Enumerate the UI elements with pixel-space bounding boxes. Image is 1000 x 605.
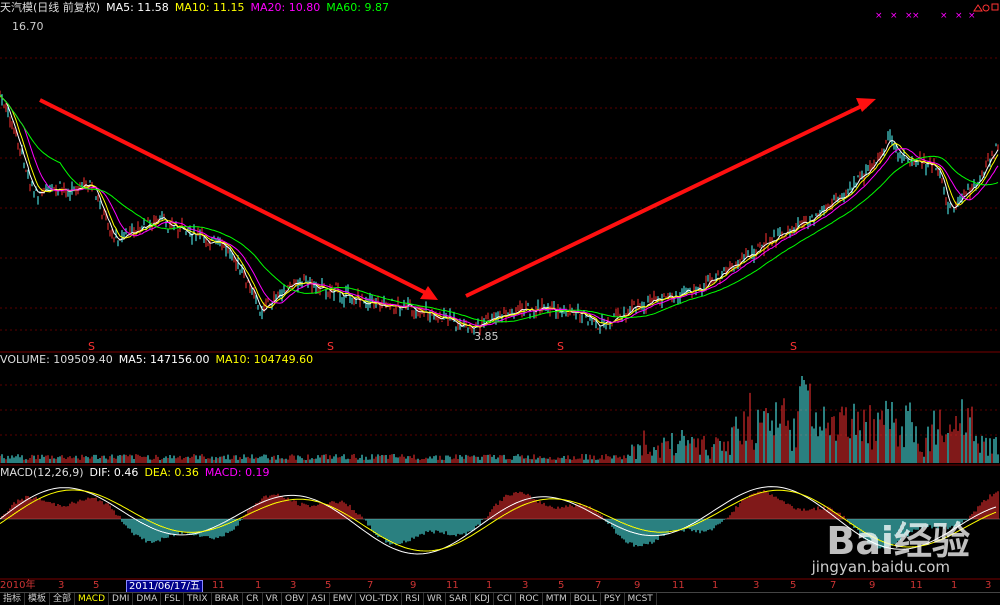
- tab-cr[interactable]: CR: [243, 593, 263, 605]
- x-tick: 9: [410, 580, 417, 591]
- macd-value: MACD: 0.19: [204, 466, 270, 479]
- x-tick: 3: [58, 580, 65, 591]
- tab-cci[interactable]: CCI: [494, 593, 517, 605]
- window-circle-icon: [982, 4, 990, 12]
- volume-ma5: MA5: 147156.00: [118, 353, 210, 366]
- tab-emv[interactable]: EMV: [330, 593, 357, 605]
- low-price-label: 3.85: [474, 330, 499, 343]
- ma10-value: MA10: 11.15: [174, 1, 245, 14]
- tab-指标[interactable]: 指标: [0, 593, 26, 605]
- ma5-value: MA5: 11.58: [106, 1, 169, 14]
- x-tick: 7: [367, 580, 374, 591]
- tab-mtm[interactable]: MTM: [543, 593, 571, 605]
- up-trend-arrow: [465, 101, 869, 298]
- tab-psy[interactable]: PSY: [601, 593, 625, 605]
- tab-fsl[interactable]: FSL: [161, 593, 184, 605]
- arrowhead: [856, 98, 876, 112]
- x-tick: 11: [910, 580, 923, 591]
- macd-title: MACD(12,26,9): [0, 466, 84, 479]
- tab-macd[interactable]: MACD: [75, 593, 110, 605]
- price-header: 天汽模(日线 前复权) MA5: 11.58 MA10: 11.15 MA20:…: [0, 1, 389, 15]
- tab-vr[interactable]: VR: [263, 593, 283, 605]
- dea-value: DEA: 0.36: [144, 466, 199, 479]
- tab-模板[interactable]: 模板: [25, 593, 51, 605]
- macd-header: MACD(12,26,9) DIF: 0.46 DEA: 0.36 MACD: …: [0, 466, 270, 480]
- window-square-icon: [991, 3, 999, 11]
- tab-brar[interactable]: BRAR: [212, 593, 244, 605]
- x-tick: 11: [446, 580, 459, 591]
- tab-roc[interactable]: ROC: [516, 593, 543, 605]
- x-tick: 1: [712, 580, 719, 591]
- x-tick: 7: [830, 580, 837, 591]
- tab-mcst[interactable]: MCST: [625, 593, 657, 605]
- tab-obv[interactable]: OBV: [282, 593, 309, 605]
- x-tick: 3: [522, 580, 529, 591]
- x-tick: 9: [634, 580, 641, 591]
- volume-ma10: MA10: 104749.60: [215, 353, 314, 366]
- tab-dmi[interactable]: DMI: [109, 593, 134, 605]
- dividend-marker[interactable]: S: [327, 340, 334, 353]
- tab-trix[interactable]: TRIX: [184, 593, 212, 605]
- dividend-marker[interactable]: S: [790, 340, 797, 353]
- ma60-line: [0, 94, 999, 323]
- window-triangle-icon: [973, 4, 983, 12]
- volume-value: VOLUME: 109509.40: [0, 353, 113, 366]
- tab-全部[interactable]: 全部: [50, 593, 76, 605]
- x-tick: 3: [290, 580, 297, 591]
- x-tick: 3: [753, 580, 760, 591]
- x-tick: 7: [595, 580, 602, 591]
- high-price-label: 16.70: [12, 20, 44, 33]
- event-marker: ×: [875, 11, 883, 21]
- tab-boll[interactable]: BOLL: [571, 593, 601, 605]
- tab-kdj[interactable]: KDJ: [471, 593, 494, 605]
- x-tick: 5: [325, 580, 332, 591]
- x-tick: 1: [486, 580, 493, 591]
- x-tick: 5: [93, 580, 100, 591]
- ma20-value: MA20: 10.80: [250, 1, 321, 14]
- x-tick: 3: [985, 580, 992, 591]
- volume-header: VOLUME: 109509.40 MA5: 147156.00 MA10: 1…: [0, 353, 313, 367]
- x-tick: 11: [672, 580, 685, 591]
- ma5-line: [0, 94, 999, 329]
- ma60-value: MA60: 9.87: [326, 1, 389, 14]
- x-tick: 9: [869, 580, 876, 591]
- event-marker: ×: [968, 11, 976, 21]
- event-marker: ×: [890, 11, 898, 21]
- x-tick: 1: [951, 580, 958, 591]
- tab-asi[interactable]: ASI: [308, 593, 330, 605]
- tab-rsi[interactable]: RSI: [402, 593, 424, 605]
- tab-wr[interactable]: WR: [424, 593, 447, 605]
- dividend-marker[interactable]: S: [88, 340, 95, 353]
- ma20-line: [0, 94, 999, 327]
- x-tick: 5: [790, 580, 797, 591]
- watermark-logo: Bai经验: [826, 519, 970, 563]
- tab-sar[interactable]: SAR: [446, 593, 472, 605]
- tab-vol-tdx[interactable]: VOL-TDX: [356, 593, 403, 605]
- tab-dma[interactable]: DMA: [133, 593, 162, 605]
- event-marker: ×: [912, 11, 920, 21]
- event-marker: ×: [955, 11, 963, 21]
- stock-name: 天汽模(日线 前复权): [0, 1, 101, 14]
- indicator-tabs: 指标 模板 全部 MACD DMI DMA FSL TRIX BRAR CR VR OBV ASI EMV…: [0, 592, 1000, 605]
- dividend-marker[interactable]: S: [557, 340, 564, 353]
- event-marker: ×: [940, 11, 948, 21]
- x-tick: 1: [255, 580, 262, 591]
- x-tick: 5: [558, 580, 565, 591]
- x-axis-year: 2010年: [0, 580, 36, 591]
- x-tick: 11: [212, 580, 225, 591]
- dif-value: DIF: 0.46: [89, 466, 139, 479]
- watermark-url: jingyan.baidu.com: [811, 558, 950, 576]
- ma10-line: [0, 94, 999, 328]
